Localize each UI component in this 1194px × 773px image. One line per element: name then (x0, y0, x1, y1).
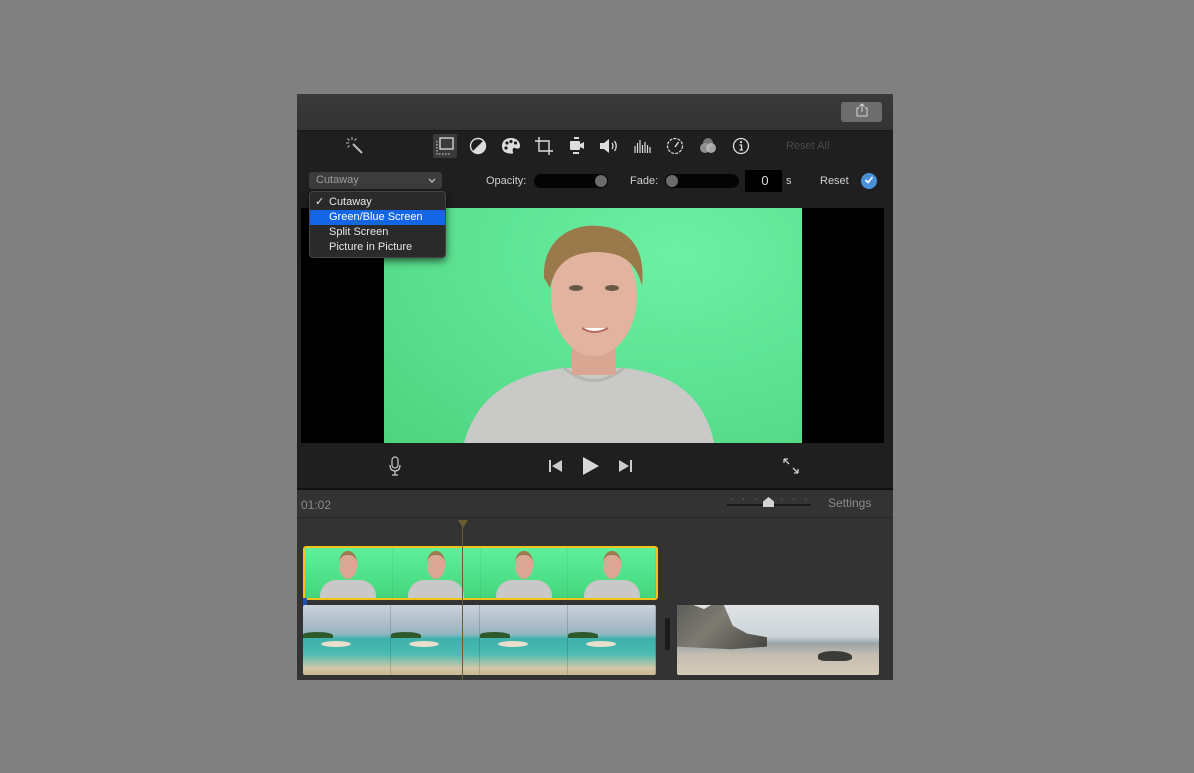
checkmark-icon (864, 172, 874, 190)
color-correction-icon[interactable] (499, 134, 523, 158)
title-bar (297, 94, 893, 131)
skip-back-icon[interactable] (548, 459, 562, 473)
playhead[interactable] (462, 526, 463, 680)
timeline-zoom-thumb[interactable] (763, 497, 774, 507)
share-icon (856, 102, 868, 122)
clip-thumbnail (303, 605, 392, 675)
video-overlay-icon[interactable] (433, 134, 457, 158)
fade-slider-knob[interactable] (666, 175, 678, 187)
overlay-mode-menu: ✓ Cutaway Green/Blue Screen Split Screen… (309, 191, 446, 258)
playback-controls (297, 444, 893, 490)
presenter-image (464, 225, 714, 443)
opacity-slider[interactable] (534, 174, 608, 188)
share-button[interactable] (841, 102, 882, 122)
magic-wand-icon[interactable] (343, 134, 367, 158)
transition-gap-handle[interactable] (665, 618, 670, 650)
reset-button[interactable]: Reset (820, 175, 849, 187)
menu-item-split-screen[interactable]: Split Screen (310, 225, 445, 240)
clip-thumbnail (479, 605, 568, 675)
fullscreen-icon[interactable] (782, 457, 800, 475)
clip-thumbnail (677, 605, 767, 650)
microphone-icon[interactable] (387, 456, 403, 476)
main-clip-beach[interactable] (303, 605, 656, 675)
fade-label: Fade: (630, 175, 659, 187)
fade-unit-label: s (786, 175, 792, 187)
timeline-header: 01:02 Settings (297, 490, 893, 518)
main-clip-rocky-beach[interactable] (677, 605, 879, 675)
volume-icon[interactable] (597, 134, 621, 158)
clip-thumbnail (305, 548, 393, 598)
clip-thumbnail (391, 605, 480, 675)
play-icon[interactable] (581, 456, 601, 476)
clip-thumbnail (392, 548, 481, 598)
playhead-handle[interactable] (458, 520, 468, 528)
apply-button[interactable] (861, 173, 877, 189)
clip-thumbnail (567, 605, 656, 675)
menu-item-cutaway[interactable]: ✓ Cutaway (310, 195, 445, 210)
overlay-clip-green-screen[interactable] (303, 546, 658, 600)
color-balance-icon[interactable] (466, 134, 490, 158)
info-icon[interactable] (729, 134, 753, 158)
reset-all-button[interactable]: Reset All (786, 140, 829, 152)
checkmark-icon: ✓ (315, 196, 325, 208)
opacity-label: Opacity: (486, 175, 527, 187)
speed-icon[interactable] (663, 134, 687, 158)
clip-thumbnail (480, 548, 569, 598)
noise-reduction-icon[interactable] (630, 134, 654, 158)
fade-slider[interactable] (665, 174, 739, 188)
overlay-mode-select[interactable]: Cutaway (309, 172, 442, 189)
timeline-settings-button[interactable]: Settings (828, 496, 871, 510)
video-frame (384, 208, 802, 443)
opacity-slider-knob[interactable] (595, 175, 607, 187)
clip-thumbnail (568, 548, 656, 598)
clip-filter-icon[interactable] (696, 134, 720, 158)
timeline[interactable] (297, 518, 893, 680)
overlay-mode-value: Cutaway (316, 174, 359, 186)
crop-icon[interactable] (532, 134, 556, 158)
imovie-window: Reset All Cutaway Opacity: Fade: 0 s Res… (297, 94, 893, 680)
timecode: 01:02 (301, 498, 332, 512)
stabilization-icon[interactable] (565, 134, 589, 158)
menu-item-picture-in-picture[interactable]: Picture in Picture (310, 240, 445, 255)
adjustments-toolbar: Reset All (297, 131, 893, 163)
fade-duration-field[interactable]: 0 (745, 170, 782, 192)
menu-item-green-blue-screen[interactable]: Green/Blue Screen (310, 210, 445, 225)
skip-forward-icon[interactable] (618, 459, 632, 473)
